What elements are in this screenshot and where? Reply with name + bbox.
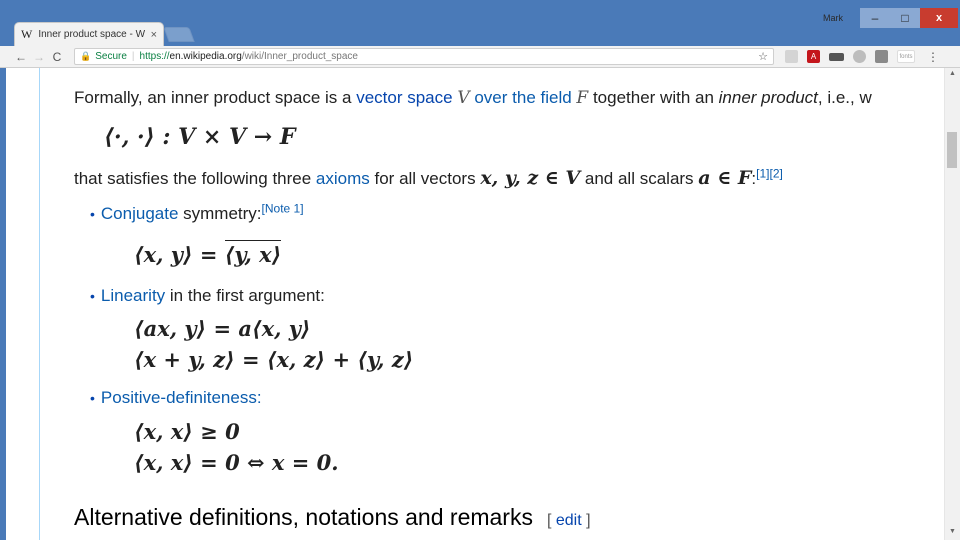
math-var-v: V [457, 88, 470, 108]
extension-square-icon[interactable] [875, 50, 888, 63]
text: together with an [588, 88, 719, 107]
scroll-up-arrow-icon[interactable]: ▲ [945, 68, 960, 80]
note-link[interactable]: [Note 1] [262, 201, 304, 215]
math-scalars: a ∈ F [698, 167, 752, 189]
url-separator: | [131, 51, 135, 62]
forward-arrow-icon[interactable]: → [30, 50, 48, 64]
paragraph-formally: Formally, an inner product space is a ve… [74, 88, 872, 108]
url-path: /wiki/Inner_product_space [241, 51, 358, 62]
browser-toolbar: ← → C 🔒 Secure | https:// en.wikipedia.o… [0, 46, 960, 68]
text: , i.e., w [817, 88, 872, 107]
section-heading-text: Alternative definitions, notations and r… [74, 504, 533, 530]
inner-product-signature-formula: ⟨·, ·⟩ : V × V → F [104, 124, 296, 150]
edit-section: [ edit ] [547, 512, 591, 529]
section-heading: Alternative definitions, notations and r… [74, 504, 591, 531]
formula-lhs: ⟨x, y⟩ = [134, 242, 225, 267]
list-item-linearity: • Linearity in the first argument: [90, 286, 325, 306]
maximize-button[interactable]: □ [890, 8, 920, 28]
reference-link[interactable]: [1][2] [756, 166, 783, 180]
address-bar[interactable]: 🔒 Secure | https:// en.wikipedia.org /wi… [74, 48, 774, 65]
lock-icon: 🔒 [80, 51, 92, 61]
math-var-f: F [576, 88, 589, 108]
bookmark-star-icon[interactable]: ☆ [758, 50, 768, 63]
extension-keyboard-icon[interactable] [829, 52, 844, 61]
formula-rhs-conjugate: ⟨y, x⟩ [224, 240, 282, 267]
edit-bracket-close: ] [581, 512, 591, 529]
list-item-positive-definiteness: • Positive-definiteness: [90, 388, 262, 408]
link-over-the-field[interactable]: over the field [474, 88, 571, 107]
text: in the first argument: [165, 286, 325, 305]
positive-definiteness-formula-nonnegative: ⟨x, x⟩ ≥ 0 [134, 419, 240, 444]
minimize-button[interactable]: – [860, 8, 890, 28]
extension-shield-icon[interactable] [785, 50, 798, 63]
back-arrow-icon[interactable]: ← [12, 50, 30, 64]
conjugate-symmetry-formula: ⟨x, y⟩ = ⟨y, x⟩ [134, 240, 282, 267]
linearity-formula-additive: ⟨x + y, z⟩ = ⟨x, z⟩ + ⟨y, z⟩ [134, 347, 414, 372]
content-border [39, 68, 40, 540]
new-tab-button[interactable] [163, 27, 195, 42]
wikipedia-favicon-icon: W [21, 27, 33, 41]
link-axioms[interactable]: axioms [316, 169, 370, 188]
link-conjugate[interactable]: Conjugate [101, 204, 179, 223]
url-host: en.wikipedia.org [169, 51, 242, 62]
reload-icon[interactable]: C [48, 50, 66, 64]
extension-cloud-icon[interactable] [853, 50, 866, 63]
text: Formally, an inner product space is a [74, 88, 357, 107]
edit-bracket-open: [ [546, 512, 556, 529]
url-scheme: https:// [139, 51, 170, 62]
paragraph-axioms-intro: that satisfies the following three axiom… [74, 167, 783, 189]
inner-product-term: inner product [718, 88, 818, 107]
text: : [256, 388, 262, 407]
math-vectors: x, y, z ∈ V [480, 167, 581, 189]
positive-definiteness-formula-zero: ⟨x, x⟩ = 0 ⇔ x = 0. [134, 450, 339, 475]
linearity-formula-scalar: ⟨ax, y⟩ = a⟨x, y⟩ [134, 316, 311, 341]
edit-link[interactable]: edit [556, 512, 582, 529]
scroll-down-arrow-icon[interactable]: ▼ [945, 526, 960, 538]
tab-close-icon[interactable]: × [151, 29, 157, 41]
text: and all scalars [580, 169, 699, 188]
bullet-icon: • [90, 288, 95, 304]
pdf-extension-icon[interactable]: A [807, 50, 820, 63]
link-positive-definiteness[interactable]: Positive-definiteness [101, 388, 257, 407]
scrollbar-thumb[interactable] [947, 132, 957, 168]
profile-name[interactable]: Mark [814, 10, 852, 26]
link-linearity[interactable]: Linearity [101, 286, 165, 305]
browser-menu-icon[interactable]: ⋮ [927, 50, 939, 64]
tab-title: Inner product space - Wi [38, 29, 145, 40]
vertical-scrollbar[interactable]: ▲ ▼ [944, 68, 960, 540]
tab-inner-product-space[interactable]: W Inner product space - Wi × [14, 22, 164, 46]
text: that satisfies the following three [74, 169, 316, 188]
bullet-icon: • [90, 206, 95, 222]
close-window-button[interactable]: x [920, 8, 958, 28]
list-item-conjugate-symmetry: • Conjugate symmetry:[Note 1] [90, 201, 304, 224]
fonts-extension-icon[interactable]: fonts [897, 50, 915, 63]
secure-label: Secure [95, 51, 127, 62]
text: symmetry: [178, 204, 262, 223]
article-page: Formally, an inner product space is a ve… [6, 68, 944, 540]
bullet-icon: • [90, 390, 95, 406]
text: for all vectors [369, 169, 481, 188]
link-vector-space[interactable]: vector space [356, 88, 452, 107]
